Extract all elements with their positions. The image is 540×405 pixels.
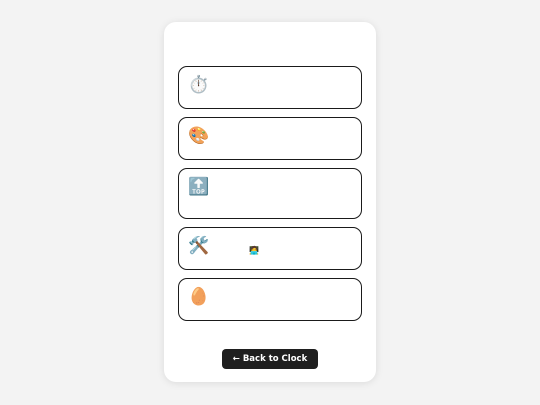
tools-icon: 🛠️ (188, 236, 210, 256)
egg-icon: 🥚 (188, 287, 210, 307)
menu-panel: ⏱️ 🎨 🔝 🛠️ 🧑‍💻 🥚 ← Back to Clock (164, 22, 376, 382)
menu-card-egg[interactable]: 🥚 (178, 278, 362, 321)
menu-card-top[interactable]: 🔝 (178, 168, 362, 219)
menu-card-stopwatch[interactable]: ⏱️ (178, 66, 362, 109)
top-arrow-icon: 🔝 (188, 177, 210, 197)
menu-card-palette[interactable]: 🎨 (178, 117, 362, 160)
menu-card-tools[interactable]: 🛠️ 🧑‍💻 (178, 227, 362, 270)
technologist-icon: 🧑‍💻 (249, 246, 259, 255)
back-to-clock-button[interactable]: ← Back to Clock (222, 349, 318, 369)
stopwatch-icon: ⏱️ (188, 75, 210, 95)
palette-icon: 🎨 (188, 126, 210, 146)
